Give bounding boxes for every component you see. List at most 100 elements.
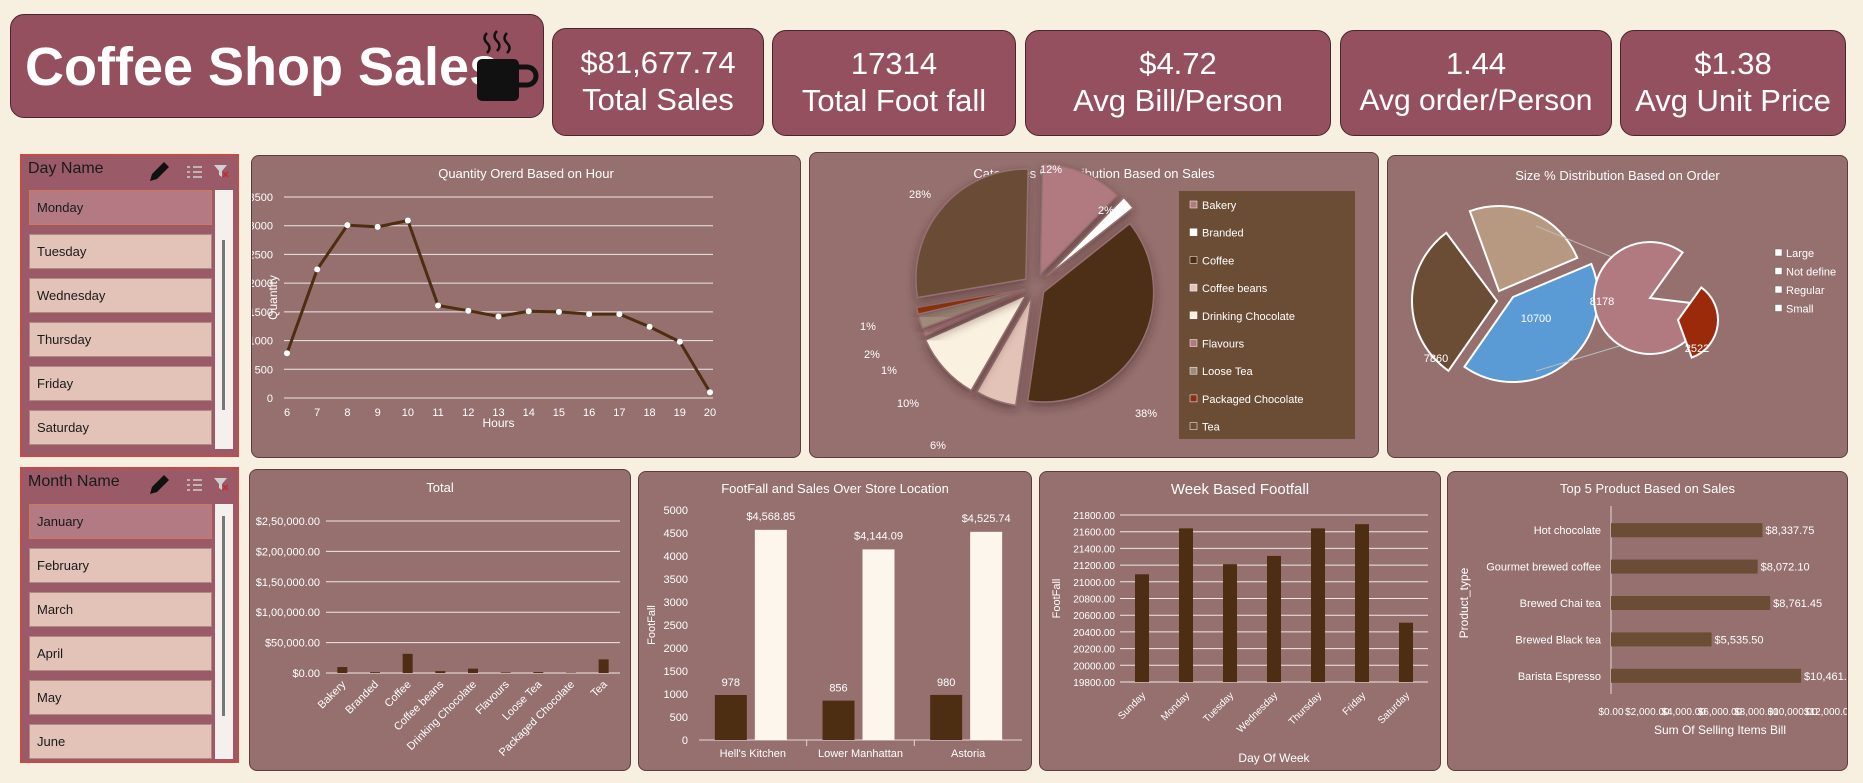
legend-label: Coffee beans <box>1202 283 1268 295</box>
slicer-item-january[interactable]: January <box>29 504 212 539</box>
slicer-item-june[interactable]: June <box>29 724 212 759</box>
kpi-label: Total Foot fall <box>801 83 987 118</box>
x-tick-label: 10 <box>402 407 414 419</box>
x-tick-label: 17 <box>613 407 625 419</box>
y-tick-label: 3000 <box>664 597 688 609</box>
legend-label: Regular <box>1786 285 1825 297</box>
bar <box>1399 622 1413 682</box>
pencil-icon[interactable] <box>146 472 172 498</box>
legend-label: Tea <box>1202 422 1221 434</box>
y-tick-label: 19800.00 <box>1073 678 1115 689</box>
bar <box>970 531 1003 740</box>
bar <box>1611 632 1712 647</box>
legend-swatch <box>1189 394 1198 403</box>
slicer-item-april[interactable]: April <box>29 636 212 671</box>
y-tick-label: $2,50,000.00 <box>256 516 320 528</box>
kpi-label: Avg order/Person <box>1359 84 1593 117</box>
page-title: Coffee Shop Sales <box>25 37 500 97</box>
week-chart-panel: Week Based Footfall 19800.00 20000.00 2020… <box>1039 471 1441 771</box>
day-slicer-scrollbar[interactable] <box>215 190 233 449</box>
y-tick-label: 21400.00 <box>1073 544 1115 555</box>
total-chart-panel: Total $0.00 $50,000.00 $1,00,000.00 $1,50,0… <box>249 469 631 771</box>
data-point <box>525 308 532 315</box>
data-point <box>555 308 562 315</box>
y-tick-label: Gourmet brewed coffee <box>1486 562 1601 574</box>
bar <box>754 529 787 740</box>
bar <box>1611 523 1763 538</box>
data-label: $8,761.45 <box>1773 598 1822 610</box>
data-point <box>314 266 321 273</box>
x-tick-label: Monday <box>1159 690 1192 723</box>
y-tick-label: $2,00,000.00 <box>256 546 320 558</box>
x-tick-label: 8 <box>344 407 350 419</box>
x-tick-label: 18 <box>643 407 655 419</box>
total-bar-chart: $0.00 $50,000.00 $1,00,000.00 $1,50,000.00 $… <box>256 516 620 759</box>
kpi-value: 17314 <box>850 46 938 81</box>
category-chart-panel: Categories % Distribution Based on Sales… <box>809 152 1379 458</box>
slicer-item-monday[interactable]: Monday <box>29 190 212 225</box>
month-slicer: Month Name January February March April … <box>20 467 239 763</box>
y-axis-label: Product_type <box>1457 567 1471 638</box>
data-point <box>495 313 502 320</box>
multi-select-icon[interactable] <box>185 163 203 181</box>
data-label: $8,337.75 <box>1765 525 1814 537</box>
data-label: 2% <box>1098 205 1114 217</box>
slicer-item-friday[interactable]: Friday <box>29 366 212 401</box>
pencil-icon[interactable] <box>146 159 172 185</box>
legend-swatch <box>1189 311 1198 320</box>
data-point <box>344 222 351 229</box>
data-label: 856 <box>829 683 847 695</box>
slicer-item-february[interactable]: February <box>29 548 212 583</box>
data-point <box>374 223 381 230</box>
data-label: 38% <box>1135 408 1157 420</box>
store-bar-chart: 0 500 1000 1500 2000 2500 3000 3500 4000 4500 5000… <box>646 505 1022 760</box>
y-tick-label: $0.00 <box>292 668 320 680</box>
slicer-item-thursday[interactable]: Thursday <box>29 322 212 357</box>
y-tick-label: 2000 <box>664 643 688 655</box>
y-tick-label: 500 <box>670 712 688 724</box>
hour-chart-panel: Quantity Orerd Based on Hour 05001000150… <box>251 155 801 458</box>
slicer-item-saturday[interactable]: Saturday <box>29 410 212 445</box>
y-tick-label: 500 <box>255 364 273 376</box>
multi-select-icon[interactable] <box>185 476 203 494</box>
week-bar-chart: 19800.00 20000.00 20200.00 20400.00 20600.00… <box>1051 511 1428 765</box>
coffee-cup-icon <box>477 30 539 101</box>
bar <box>1611 559 1758 574</box>
bar <box>1267 555 1281 682</box>
bar <box>435 671 446 673</box>
x-tick-label: Tuesday <box>1201 690 1236 725</box>
legend-swatch <box>1189 283 1198 292</box>
slicer-item-tuesday[interactable]: Tuesday <box>29 234 212 269</box>
x-tick-label: Friday <box>1341 690 1368 717</box>
y-tick-label: 3500 <box>252 192 273 204</box>
day-slicer: Day Name Monday Tuesday Wednesday Thursd… <box>20 154 239 457</box>
slicer-item-wednesday[interactable]: Wednesday <box>29 278 212 313</box>
y-tick-label: 20600.00 <box>1073 611 1115 622</box>
top5-bar-chart: $8,337.75 Hot chocolate $8,072.10 Gourmet b… <box>1457 506 1848 737</box>
y-axis-label: FootFall <box>646 605 658 645</box>
legend-swatch <box>1189 366 1198 375</box>
data-label: 10% <box>897 398 919 410</box>
legend-swatch <box>1189 422 1198 430</box>
legend-label: Not define <box>1786 267 1836 279</box>
x-tick-label: Lower Manhattan <box>818 748 903 760</box>
x-tick-label: Tea <box>589 678 611 700</box>
kpi-avg-unit-price: $1.38 Avg Unit Price <box>1620 30 1846 136</box>
y-tick-label: 20000.00 <box>1073 661 1115 672</box>
data-label: 980 <box>937 677 955 689</box>
clear-filter-icon[interactable] <box>212 475 230 493</box>
slicer-item-may[interactable]: May <box>29 680 212 715</box>
clear-filter-icon[interactable] <box>212 162 230 180</box>
x-tick-label: 14 <box>523 407 535 419</box>
legend-swatch <box>1189 200 1198 209</box>
bar <box>468 668 478 673</box>
slicer-item-march[interactable]: March <box>29 592 212 627</box>
x-tick-label: $12,000.00 <box>1804 707 1848 718</box>
month-slicer-scrollbar[interactable] <box>215 504 233 759</box>
y-tick-label: 3000 <box>252 221 273 233</box>
y-tick-label: 5000 <box>664 505 688 517</box>
y-tick-label: 2500 <box>664 620 688 632</box>
data-label: $10,461.20 <box>1804 671 1848 683</box>
legend-swatch <box>1774 285 1783 294</box>
x-tick-label: Coffee <box>383 679 414 710</box>
